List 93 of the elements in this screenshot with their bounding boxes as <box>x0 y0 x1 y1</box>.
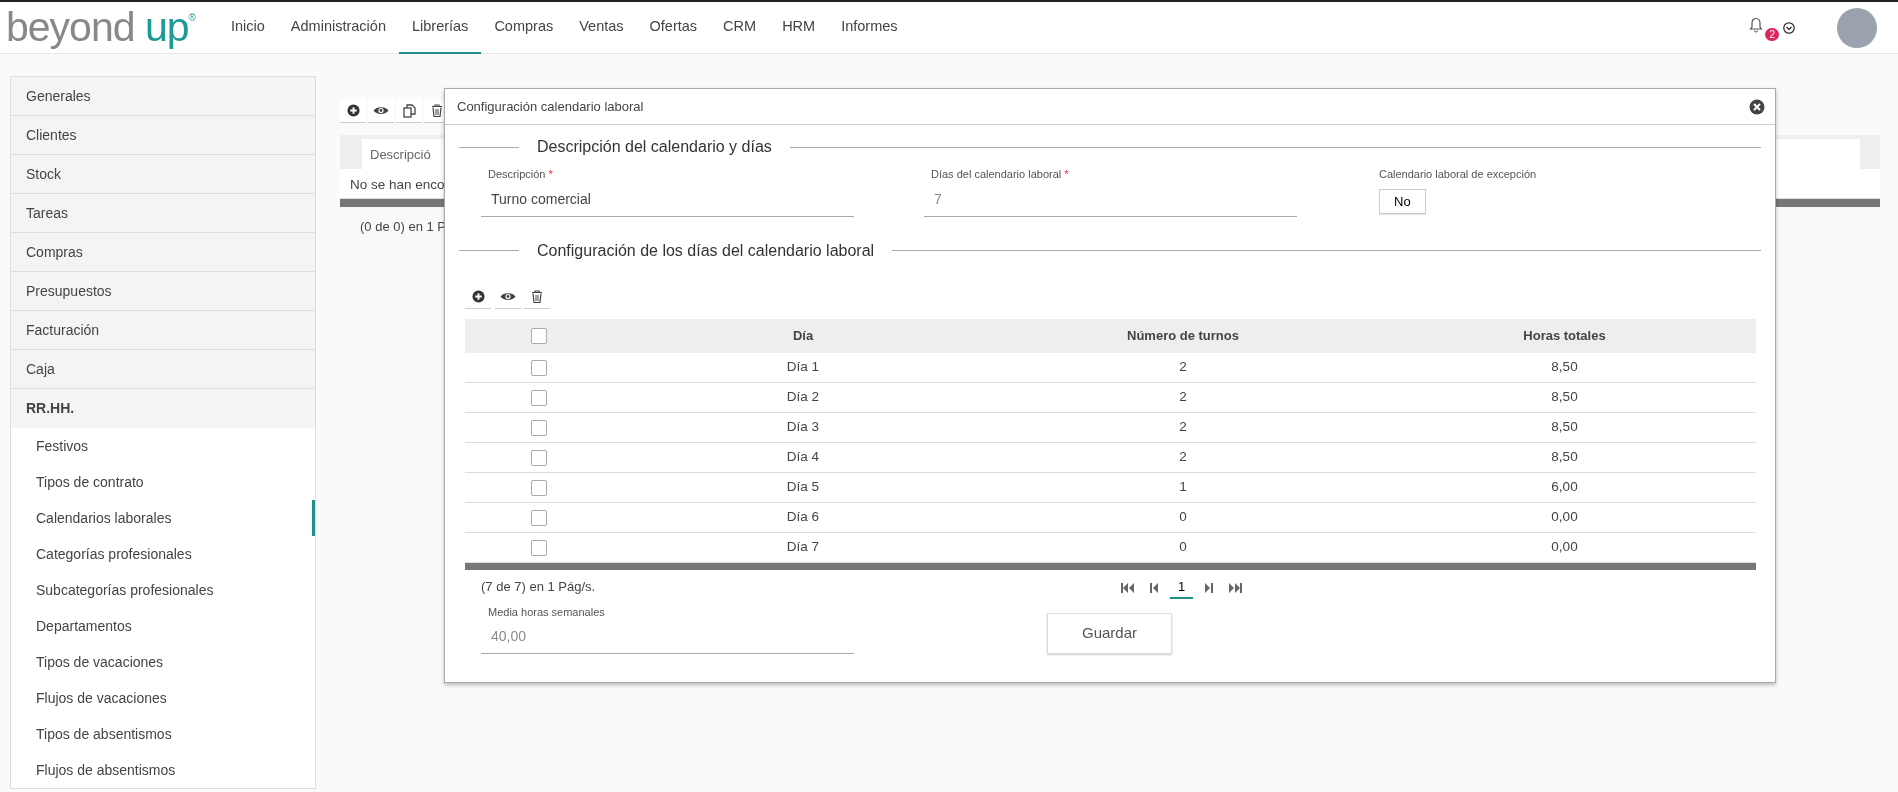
column-header: Número de turnos <box>1127 327 1239 343</box>
paginator-summary: (7 de 7) en 1 Pág/s. <box>481 578 597 596</box>
dialog-title: Configuración calendario laboral <box>457 97 644 116</box>
user-avatar[interactable] <box>1837 7 1877 48</box>
nav-tab[interactable]: Ventas <box>566 1 637 54</box>
skip-last-icon <box>1228 582 1243 593</box>
table-cell: Día 6 <box>786 509 820 525</box>
chevron-down-icon <box>1783 21 1795 34</box>
table-cell: 8,50 <box>1551 449 1578 465</box>
trash-icon <box>531 289 543 303</box>
table-cell: 0,00 <box>1551 539 1578 555</box>
column-header: Horas totales <box>1523 327 1606 343</box>
row-checkbox[interactable] <box>531 539 547 556</box>
skip-first-icon <box>1121 582 1135 593</box>
text-field[interactable]: Turno comercial <box>481 182 854 217</box>
section-heading: Configuración de los días del calendario laboral <box>537 240 875 261</box>
trash-icon <box>431 104 443 117</box>
table-cell: Día 5 <box>786 479 820 495</box>
nav-tab[interactable]: Ofertas <box>636 1 711 54</box>
nav-tab[interactable]: Administración <box>277 1 399 54</box>
step-back-icon <box>1150 582 1159 593</box>
sidebar-item[interactable]: RR.HH. <box>11 389 315 428</box>
field-label: Descripción * <box>487 167 554 182</box>
table-cell: 2 <box>1179 449 1187 465</box>
eye-icon <box>373 105 389 116</box>
row-checkbox[interactable] <box>531 479 547 496</box>
sidebar-item[interactable]: Stock <box>11 155 315 194</box>
sidebar-item[interactable]: Facturación <box>11 311 315 350</box>
nav-tab[interactable]: HRM <box>769 1 829 54</box>
table-cell: 1 <box>1179 479 1187 495</box>
sidebar-item[interactable]: Clientes <box>11 116 315 155</box>
copy-icon <box>402 103 416 118</box>
row-checkbox[interactable] <box>531 509 547 526</box>
logo-text: beyond up$^{®}$ <box>6 7 195 48</box>
sidebar-subitem[interactable]: Festivos <box>11 428 315 464</box>
view-button[interactable] <box>368 99 394 123</box>
nav-tab[interactable]: Compras <box>481 1 567 54</box>
table-cell: 0 <box>1179 539 1187 555</box>
notification-count: 2 <box>1765 27 1779 41</box>
close-icon <box>1749 98 1765 115</box>
plus-circle-icon <box>346 104 360 117</box>
nav-tab[interactable]: Librerías <box>398 1 482 54</box>
nav-tab[interactable]: Informes <box>828 1 911 54</box>
table-cell: Día 1 <box>786 359 820 375</box>
row-checkbox[interactable] <box>531 359 547 376</box>
table-cell: 0 <box>1179 509 1187 525</box>
select-all-checkbox[interactable] <box>531 328 547 345</box>
sidebar-item[interactable]: Compras <box>11 233 315 272</box>
sidebar-subitem[interactable]: Tipos de absentismos <box>11 716 315 752</box>
add-button[interactable] <box>340 99 366 123</box>
table-cell: 8,50 <box>1551 359 1578 375</box>
table-cell: 0,00 <box>1551 509 1578 525</box>
save-button[interactable]: Guardar <box>1047 612 1172 654</box>
sidebar-item[interactable]: Generales <box>11 77 315 116</box>
nav-tab[interactable]: CRM <box>710 1 770 54</box>
row-checkbox[interactable] <box>531 389 547 406</box>
sidebar-item[interactable]: Presupuestos <box>11 272 315 311</box>
page-button[interactable]: 1 <box>1170 577 1194 599</box>
row-checkbox[interactable] <box>531 419 547 436</box>
step-forward-icon <box>1204 582 1214 593</box>
close-button[interactable] <box>1749 98 1765 115</box>
plus-circle-icon <box>471 289 485 303</box>
nav-tab[interactable]: Inicio <box>218 1 278 54</box>
sidebar-subitem[interactable]: Calendarios laborales <box>11 500 315 536</box>
sidebar-subitem[interactable]: Tipos de vacaciones <box>11 644 315 680</box>
copy-button[interactable] <box>396 99 422 123</box>
sidebar-subitem[interactable]: Categorías profesionales <box>11 536 315 572</box>
table-cell: 2 <box>1179 419 1187 435</box>
sidebar-subitem[interactable]: Departamentos <box>11 608 315 644</box>
table-cell: 8,50 <box>1551 419 1578 435</box>
sidebar-subitem[interactable]: Flujos de vacaciones <box>11 680 315 716</box>
table-cell: 6,00 <box>1551 479 1578 495</box>
field-label: Media horas semanales <box>487 604 606 620</box>
field-label: Calendario laboral de excepción <box>1379 167 1537 182</box>
field-label: Días del calendario laboral * <box>930 167 1070 182</box>
sidebar-subitem[interactable]: Tipos de contrato <box>11 464 315 500</box>
table-cell: Día 4 <box>786 449 820 465</box>
table-cell: Día 3 <box>786 419 820 435</box>
table-cell: 8,50 <box>1551 389 1578 405</box>
sidebar-item[interactable]: Tareas <box>11 194 315 233</box>
table-cell: 2 <box>1179 389 1187 405</box>
table-cell: 2 <box>1179 359 1187 375</box>
section-heading: Descripción del calendario y días <box>537 137 772 157</box>
eye-icon <box>499 290 516 302</box>
sidebar-item[interactable]: Caja <box>11 350 315 389</box>
sidebar-subitem[interactable]: Flujos de absentismos <box>11 752 315 788</box>
row-checkbox[interactable] <box>531 449 547 466</box>
toggle-button[interactable]: No <box>1379 188 1426 214</box>
column-header: Día <box>792 327 814 343</box>
notification-button[interactable] <box>1749 16 1763 33</box>
table-cell: Día 2 <box>786 389 820 405</box>
sidebar-subitem[interactable]: Subcategorías profesionales <box>11 572 315 608</box>
table-cell: Día 7 <box>786 539 820 555</box>
